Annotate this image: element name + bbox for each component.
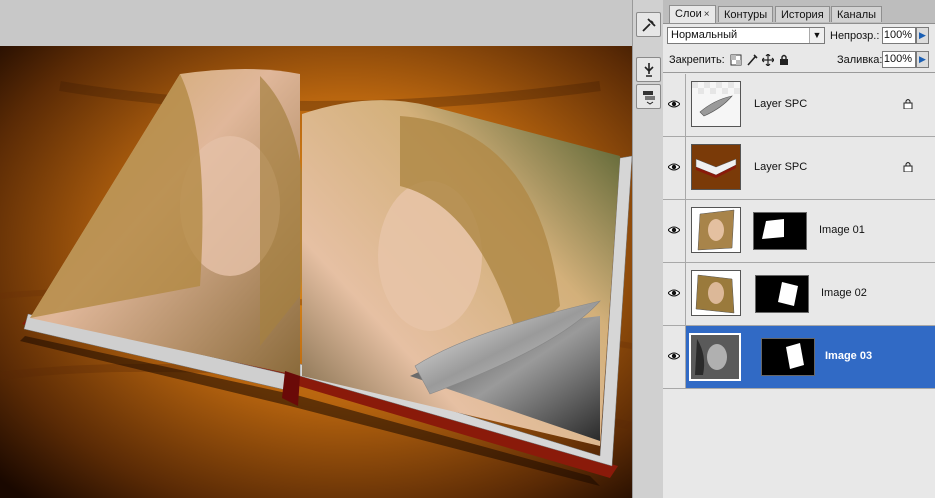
visibility-toggle[interactable]	[663, 326, 686, 388]
fill-slider-arrow-icon[interactable]: ▶	[916, 51, 929, 68]
layer-mask-thumbnail[interactable]	[753, 212, 807, 250]
eye-icon	[668, 226, 680, 234]
visibility-toggle[interactable]	[663, 137, 686, 199]
lock-label: Закрепить:	[669, 54, 725, 66]
eye-icon	[668, 100, 680, 108]
close-icon[interactable]: ×	[704, 7, 710, 23]
lock-transparency-icon[interactable]	[730, 54, 742, 66]
canvas-gray-margin	[0, 0, 632, 46]
layer-thumbnail[interactable]	[691, 270, 741, 316]
layers-list: Layer SPC Layer SPC Image 01 Image 02 Im…	[663, 74, 935, 390]
tab-layers[interactable]: Слои ×	[669, 5, 716, 23]
tab-label: Слои	[675, 8, 702, 20]
visibility-toggle[interactable]	[663, 200, 686, 262]
chevron-down-icon[interactable]: ▼	[809, 28, 824, 43]
layer-row[interactable]: Layer SPC	[663, 137, 935, 200]
layer-row[interactable]: Image 01	[663, 200, 935, 263]
layer-name: Image 02	[821, 287, 867, 299]
visibility-toggle[interactable]	[663, 74, 686, 136]
layer-thumbnail[interactable]	[691, 207, 741, 253]
lock-pixels-brush-icon[interactable]	[746, 54, 758, 66]
layer-name: Image 01	[819, 224, 865, 236]
lock-position-move-icon[interactable]	[762, 54, 774, 66]
layer-name: Layer SPC	[754, 161, 808, 173]
blend-row: Нормальный ▼ Непрозр.: 100% ▶	[663, 24, 935, 48]
blend-mode-value: Нормальный	[671, 29, 738, 41]
layer-row[interactable]: Layer SPC	[663, 74, 935, 137]
layer-comps-icon[interactable]	[636, 84, 661, 109]
eye-icon	[668, 163, 680, 171]
opacity-slider-arrow-icon[interactable]: ▶	[916, 27, 929, 44]
visibility-toggle[interactable]	[663, 263, 686, 325]
lock-row: Закрепить: Заливка: 100% ▶	[663, 48, 935, 73]
layer-mask-thumbnail[interactable]	[761, 338, 815, 376]
eye-icon	[668, 352, 680, 360]
layer-thumbnail[interactable]	[691, 144, 741, 190]
lock-all-icon[interactable]	[778, 54, 790, 66]
canvas-area[interactable]	[0, 0, 632, 498]
fill-input[interactable]: 100%	[882, 51, 916, 68]
blend-mode-select[interactable]: Нормальный ▼	[667, 27, 825, 44]
eye-icon	[668, 289, 680, 297]
open-book-artwork	[0, 46, 632, 498]
layer-name: Layer SPC	[754, 98, 808, 110]
layers-empty-area	[663, 390, 935, 498]
panel-tabs: Слои × Контуры История Каналы	[663, 0, 935, 24]
layers-panel: Слои × Контуры История Каналы Нормальный …	[663, 0, 935, 498]
tab-label: Контуры	[724, 9, 768, 21]
opacity-input[interactable]: 100%	[882, 27, 916, 44]
lock-icon	[903, 99, 913, 109]
lock-icon	[903, 162, 913, 172]
brush-tools-icon[interactable]	[636, 12, 661, 37]
document-canvas[interactable]	[0, 46, 632, 498]
tab-history[interactable]: История	[775, 6, 830, 22]
opacity-label: Непрозр.:	[830, 30, 880, 42]
layer-row-selected[interactable]: Image 03	[663, 326, 935, 389]
layer-thumbnail[interactable]	[689, 333, 741, 381]
layer-row[interactable]: Image 02	[663, 263, 935, 326]
tab-paths[interactable]: Контуры	[718, 6, 774, 22]
tab-label: История	[781, 9, 824, 21]
fill-label: Заливка:	[837, 54, 883, 66]
tab-label: Каналы	[837, 9, 877, 21]
panel-tool-strip	[632, 0, 664, 498]
tab-channels[interactable]: Каналы	[831, 6, 883, 22]
layer-thumbnail[interactable]	[691, 81, 741, 127]
layer-mask-thumbnail[interactable]	[755, 275, 809, 313]
layer-name: Image 03	[825, 350, 873, 362]
usb-brush-icon[interactable]	[636, 57, 661, 82]
